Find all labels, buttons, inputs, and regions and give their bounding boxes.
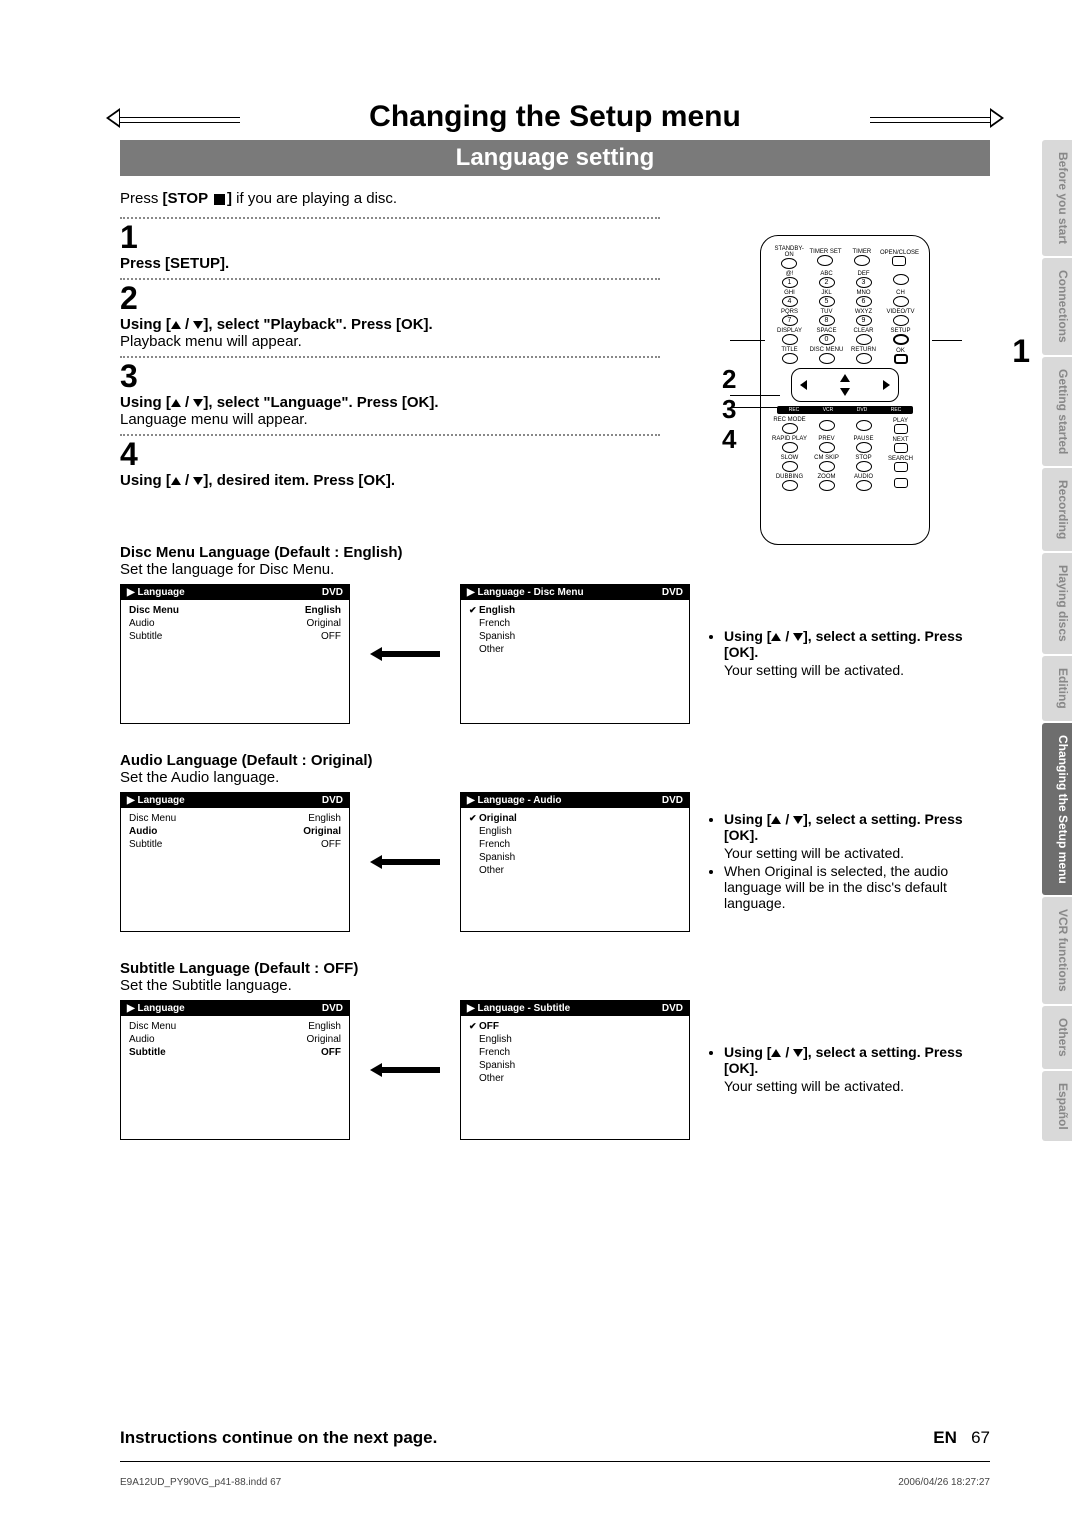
arrow-left-icon bbox=[370, 855, 440, 869]
chevron-right-icon bbox=[990, 108, 1004, 128]
osd-language: ▶ LanguageDVDDisc MenuEnglishAudioOrigin… bbox=[120, 584, 350, 724]
intro-text: Press [STOP ] if you are playing a disc. bbox=[120, 190, 990, 207]
down-icon bbox=[193, 321, 203, 329]
step-3: Using [ / ], select "Language". Press [O… bbox=[120, 394, 660, 428]
side-tab: Getting started bbox=[1042, 357, 1072, 466]
page-title: Changing the Setup menu bbox=[120, 100, 990, 134]
side-tab: Before you start bbox=[1042, 140, 1072, 256]
chevron-left-icon bbox=[106, 108, 120, 128]
osd-language: ▶ LanguageDVDDisc MenuEnglishAudioOrigin… bbox=[120, 792, 350, 932]
osd-language: ▶ LanguageDVDDisc MenuEnglishAudioOrigin… bbox=[120, 1000, 350, 1140]
leader-line bbox=[730, 340, 765, 341]
osd-options: ▶ Language - SubtitleDVDOFFEnglishFrench… bbox=[460, 1000, 690, 1140]
step-4: Using [ / ], desired item. Press [OK]. bbox=[120, 472, 660, 489]
callout-one: 1 bbox=[1012, 333, 1030, 370]
lang-section-audio: Audio Language (Default : Original)Set t… bbox=[120, 752, 990, 932]
side-tab: Changing the Setup menu bbox=[1042, 723, 1072, 896]
side-tab: Español bbox=[1042, 1071, 1072, 1142]
up-icon bbox=[171, 321, 181, 329]
side-tab: VCR functions bbox=[1042, 897, 1072, 1004]
callout-numbers: 2 3 4 bbox=[722, 365, 736, 455]
side-tab: Connections bbox=[1042, 258, 1072, 355]
footer: Instructions continue on the next page. … bbox=[120, 1428, 990, 1448]
osd-options: ▶ Language - AudioDVDOriginalEnglishFren… bbox=[460, 792, 690, 932]
print-footer: E9A12UD_PY90VG_p41-88.indd 67 2006/04/26… bbox=[120, 1477, 990, 1488]
side-tabs: Before you startConnectionsGetting start… bbox=[1042, 140, 1072, 1143]
remote-diagram: 2 3 4 1 STANDBY-ONTIMER SETTIMEROPEN/CLO… bbox=[760, 235, 990, 545]
arrow-left-icon bbox=[370, 1063, 440, 1077]
section-heading: Language setting bbox=[120, 140, 990, 176]
divider bbox=[120, 217, 660, 219]
step-1: Press [SETUP]. bbox=[120, 255, 660, 272]
lang-section-subtitle: Subtitle Language (Default : OFF)Set the… bbox=[120, 960, 990, 1140]
side-tab: Editing bbox=[1042, 656, 1072, 721]
step-2: Using [ / ], select "Playback". Press [O… bbox=[120, 316, 660, 350]
arrow-left-icon bbox=[370, 647, 440, 661]
osd-options: ▶ Language - Disc MenuDVDEnglishFrenchSp… bbox=[460, 584, 690, 724]
stop-icon bbox=[214, 194, 225, 205]
side-tab: Others bbox=[1042, 1006, 1072, 1069]
lang-section-disc: Disc Menu Language (Default : English)Se… bbox=[120, 544, 990, 724]
side-tab: Playing discs bbox=[1042, 553, 1072, 654]
side-tab: Recording bbox=[1042, 468, 1072, 551]
